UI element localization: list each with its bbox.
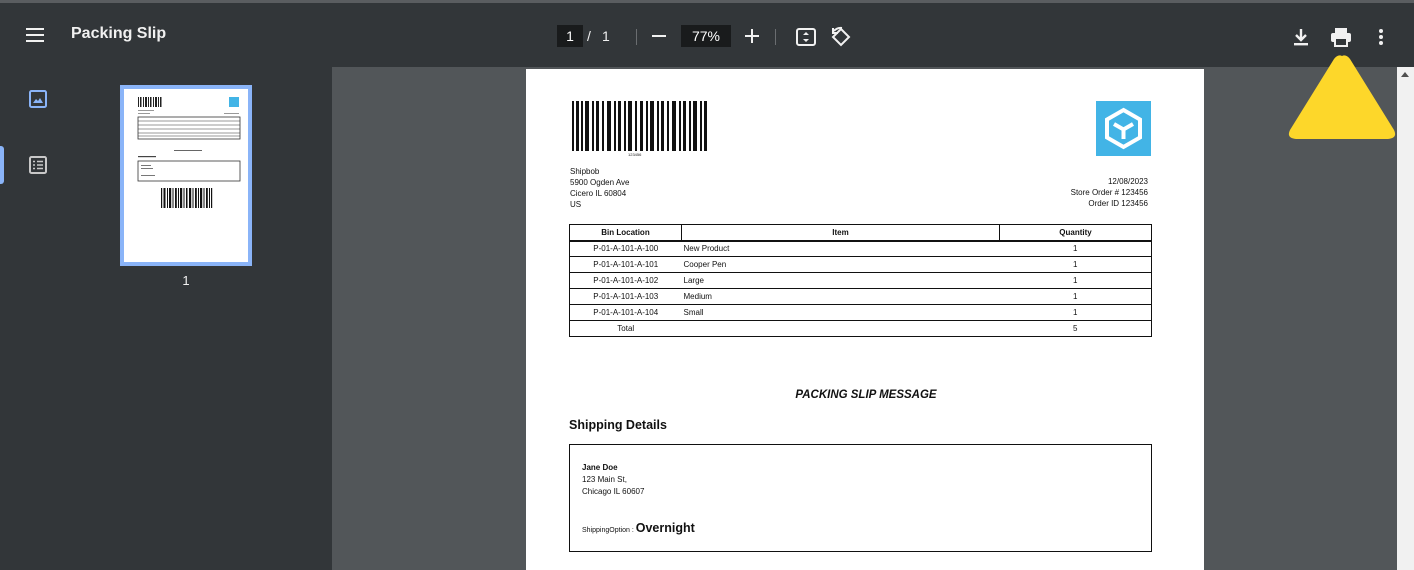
table-row: P-01-A-101-A-102 Large 1 bbox=[569, 272, 1152, 289]
bin-location-cell: P-01-A-101-A-104 bbox=[569, 304, 682, 321]
sender-name: Shipbob bbox=[570, 167, 600, 176]
zoom-in-button[interactable] bbox=[743, 26, 761, 46]
bin-location-cell: P-01-A-101-A-102 bbox=[569, 272, 682, 289]
pdf-viewer: Packing Slip 1 / 1 77% 1 123456 Shipbob … bbox=[0, 0, 1414, 570]
shipbob-logo bbox=[1096, 101, 1151, 156]
shipping-details-box: Jane Doe 123 Main St, Chicago IL 60607 S… bbox=[569, 444, 1152, 552]
thumbnail-graphic bbox=[137, 97, 241, 208]
shipping-option-label: ShippingOption : bbox=[582, 527, 634, 534]
column-header-bin-location: Bin Location bbox=[569, 224, 682, 242]
recipient-city: Chicago IL 60607 bbox=[582, 487, 645, 496]
fit-page-icon[interactable] bbox=[795, 26, 817, 48]
sender-address: Shipbob 5900 Ogden Ave Cicero IL 60804 U… bbox=[570, 166, 629, 210]
more-vert-icon[interactable] bbox=[1371, 26, 1391, 48]
document-page: 123456 Shipbob 5900 Ogden Ave Cicero IL … bbox=[526, 69, 1204, 570]
shipping-option: ShippingOption : Overnight bbox=[582, 521, 695, 535]
sender-street: 5900 Ogden Ave bbox=[570, 178, 630, 187]
bin-location-cell: P-01-A-101-A-103 bbox=[569, 288, 682, 305]
item-cell: Small bbox=[681, 304, 1000, 321]
page-thumbnail[interactable] bbox=[120, 85, 252, 266]
table-row: P-01-A-101-A-101 Cooper Pen 1 bbox=[569, 256, 1152, 273]
toolbar-divider bbox=[775, 29, 776, 45]
table-row: P-01-A-101-A-100 New Product 1 bbox=[569, 240, 1152, 257]
menu-icon[interactable] bbox=[24, 24, 46, 46]
highlight-triangle bbox=[1288, 55, 1396, 139]
item-cell: Cooper Pen bbox=[681, 256, 1000, 273]
thumbnail-page-number: 1 bbox=[182, 273, 190, 288]
item-cell: New Product bbox=[681, 240, 1000, 257]
total-item-cell bbox=[681, 320, 1000, 337]
page-separator: / bbox=[587, 28, 591, 44]
item-cell: Large bbox=[681, 272, 1000, 289]
barcode-number: 123456 bbox=[628, 152, 642, 157]
shipping-option-value: Overnight bbox=[635, 521, 695, 535]
download-icon[interactable] bbox=[1290, 26, 1312, 48]
toolbar: Packing Slip 1 / 1 77% bbox=[0, 0, 1414, 67]
sender-country: US bbox=[570, 200, 582, 209]
vertical-scrollbar[interactable] bbox=[1397, 67, 1414, 570]
rotate-icon[interactable] bbox=[830, 26, 852, 48]
total-label: Total bbox=[569, 320, 682, 337]
quantity-cell: 1 bbox=[999, 288, 1152, 305]
recipient-street: 123 Main St, bbox=[582, 475, 627, 484]
print-icon[interactable] bbox=[1329, 26, 1353, 48]
barcode bbox=[572, 101, 707, 151]
active-indicator bbox=[0, 146, 4, 184]
quantity-cell: 1 bbox=[999, 256, 1152, 273]
item-cell: Medium bbox=[681, 288, 1000, 305]
order-date: 12/08/2023 bbox=[1107, 177, 1148, 186]
quantity-cell: 1 bbox=[999, 240, 1152, 257]
sender-city: Cicero IL 60804 bbox=[570, 189, 627, 198]
current-page-input[interactable]: 1 bbox=[557, 25, 583, 47]
store-order-number: Store Order # 123456 bbox=[1070, 188, 1148, 197]
shipping-details-heading: Shipping Details bbox=[569, 418, 667, 432]
items-table: Bin Location Item Quantity P-01-A-101-A-… bbox=[569, 224, 1152, 337]
toolbar-divider bbox=[636, 29, 637, 45]
table-row: P-01-A-101-A-103 Medium 1 bbox=[569, 288, 1152, 305]
total-pages: 1 bbox=[602, 28, 610, 44]
bin-location-cell: P-01-A-101-A-100 bbox=[569, 240, 682, 257]
order-info: 12/08/2023 Store Order # 123456 Order ID… bbox=[1071, 176, 1148, 209]
column-header-item: Item bbox=[681, 224, 1000, 242]
thumbnails-icon[interactable] bbox=[28, 89, 48, 109]
bin-location-cell: P-01-A-101-A-101 bbox=[569, 256, 682, 273]
recipient-address: 123 Main St, Chicago IL 60607 bbox=[582, 474, 644, 498]
thumbnail-preview bbox=[124, 89, 248, 262]
column-header-quantity: Quantity bbox=[999, 224, 1152, 242]
order-id: Order ID 123456 bbox=[1088, 199, 1148, 208]
total-quantity: 5 bbox=[999, 320, 1152, 337]
quantity-cell: 1 bbox=[999, 272, 1152, 289]
zoom-out-button[interactable] bbox=[650, 26, 668, 46]
quantity-cell: 1 bbox=[999, 304, 1152, 321]
table-total-row: Total 5 bbox=[569, 320, 1152, 337]
table-row: P-01-A-101-A-104 Small 1 bbox=[569, 304, 1152, 321]
outline-icon[interactable] bbox=[28, 155, 48, 175]
table-header-row: Bin Location Item Quantity bbox=[569, 224, 1152, 242]
scroll-up-arrow-icon[interactable] bbox=[1401, 72, 1409, 77]
recipient-name: Jane Doe bbox=[582, 463, 618, 472]
document-title: Packing Slip bbox=[71, 25, 167, 42]
zoom-input[interactable]: 77% bbox=[681, 25, 731, 47]
packing-slip-message: PACKING SLIP MESSAGE bbox=[795, 389, 937, 401]
